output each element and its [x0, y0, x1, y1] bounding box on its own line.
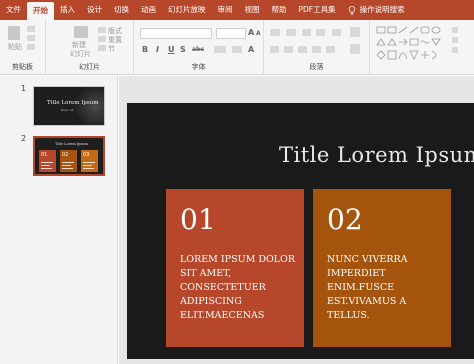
tab-slideshow[interactable]: 幻灯片放映 — [162, 0, 212, 20]
slide-thumbnail-1[interactable]: Title Lorem Ipsum Dolor sit — [33, 86, 105, 126]
slide-title[interactable]: Title Lorem Ipsum — [279, 143, 474, 167]
shadow-button[interactable]: S — [180, 45, 186, 54]
shape-fill-icon[interactable] — [452, 47, 458, 53]
tab-view[interactable]: 视图 — [239, 0, 266, 20]
font-color-button[interactable]: A — [248, 45, 254, 54]
thumbnail-1-title: Title Lorem Ipsum — [47, 100, 99, 106]
quick-styles-icon[interactable] — [452, 37, 458, 43]
lightbulb-icon — [348, 5, 355, 15]
thumbnail-card-3: 03 — [81, 150, 98, 172]
text-direction-icon[interactable] — [350, 27, 360, 37]
tab-file[interactable]: 文件 — [0, 0, 27, 20]
bullets-icon[interactable] — [270, 29, 280, 36]
layout-icon[interactable] — [98, 27, 106, 33]
group-label-font: 字体 — [191, 63, 206, 71]
arrange-icon[interactable] — [452, 27, 458, 33]
tab-review[interactable]: 审阅 — [212, 0, 239, 20]
slide-thumbnail-2[interactable]: Title Lorem Ipsum 01 02 03 — [33, 136, 105, 176]
thumbnail-number-2: 2 — [21, 134, 27, 143]
line-spacing-icon[interactable] — [332, 29, 341, 36]
cut-icon[interactable] — [27, 26, 35, 32]
group-slides: 新建 幻灯片 版式 重置 节 幻灯片 — [46, 20, 134, 75]
card-2-number: 02 — [327, 203, 363, 236]
group-label-clipboard: 剪贴板 — [12, 63, 33, 71]
underline-button[interactable]: U — [168, 45, 175, 54]
thumbnail-card-2-number: 02 — [62, 152, 69, 158]
paste-icon[interactable] — [8, 26, 20, 40]
thumbnail-gear-image — [72, 87, 104, 125]
section-icon[interactable] — [98, 45, 106, 51]
ribbon-home: 粘贴 剪贴板 新建 幻灯片 版式 重置 节 幻灯片 A A B I U S ab… — [0, 20, 474, 75]
card-2-text: NUNC VIVERRA IMPERDIET ENIM.FUSCE EST.VI… — [327, 254, 408, 321]
copy-icon[interactable] — [27, 35, 35, 41]
current-slide[interactable]: Title Lorem Ipsum 01 LOREM IPSUM DOLOR S… — [127, 103, 474, 359]
bold-button[interactable]: B — [142, 45, 148, 54]
format-painter-icon[interactable] — [27, 44, 35, 50]
section-label[interactable]: 节 — [108, 44, 115, 54]
align-text-icon[interactable] — [350, 44, 360, 54]
numbering-icon[interactable] — [286, 29, 296, 36]
group-drawing — [370, 20, 474, 75]
thumbnail-2-title: Title Lorem Ipsum — [55, 142, 88, 146]
grow-font-button[interactable]: A — [248, 28, 254, 37]
tell-me-label: 操作说明搜索 — [359, 5, 405, 14]
paste-label: 粘贴 — [8, 43, 22, 51]
thumbnail-card-2: 02 — [60, 150, 77, 172]
columns-icon[interactable] — [326, 46, 335, 53]
decrease-indent-icon[interactable] — [302, 29, 311, 36]
thumbnail-1-subtitle: Dolor sit — [61, 108, 74, 112]
shrink-font-button[interactable]: A — [256, 30, 261, 37]
char-spacing-icon[interactable] — [214, 46, 226, 53]
shapes-gallery-icon[interactable] — [376, 26, 446, 66]
content-card-2[interactable]: 02 NUNC VIVERRA IMPERDIET ENIM.FUSCE EST… — [313, 189, 451, 347]
group-paragraph: 段落 — [264, 20, 370, 75]
italic-button[interactable]: I — [156, 45, 159, 54]
align-left-icon[interactable] — [270, 46, 279, 53]
reset-icon[interactable] — [98, 36, 106, 42]
thumbnail-number-1: 1 — [21, 84, 27, 93]
tab-pdf-tools[interactable]: PDF工具集 — [293, 0, 342, 20]
new-slide-icon[interactable] — [74, 26, 88, 38]
tab-animations[interactable]: 动画 — [135, 0, 162, 20]
ribbon-tab-bar: 文件 开始 插入 设计 切换 动画 幻灯片放映 审阅 视图 帮助 PDF工具集 … — [0, 0, 474, 20]
change-case-icon[interactable] — [232, 46, 242, 53]
group-font: A A B I U S abc A 字体 — [134, 20, 264, 75]
thumbnail-card-1-number: 01 — [41, 152, 48, 158]
thumbnail-card-1: 01 — [39, 150, 56, 172]
tab-transitions[interactable]: 切换 — [108, 0, 135, 20]
align-right-icon[interactable] — [298, 46, 307, 53]
group-clipboard: 粘贴 剪贴板 — [0, 20, 46, 75]
justify-icon[interactable] — [312, 46, 321, 53]
tab-home[interactable]: 开始 — [27, 2, 54, 20]
align-center-icon[interactable] — [284, 46, 293, 53]
thumbnail-card-3-number: 03 — [83, 152, 90, 158]
group-label-paragraph: 段落 — [309, 63, 324, 71]
tab-help[interactable]: 帮助 — [266, 0, 293, 20]
tab-insert[interactable]: 插入 — [54, 0, 81, 20]
tell-me-search[interactable]: 操作说明搜索 — [342, 0, 411, 20]
font-family-select[interactable] — [140, 28, 212, 39]
group-label-slides: 幻灯片 — [79, 63, 100, 71]
content-card-1[interactable]: 01 LOREM IPSUM DOLOR SIT AMET, CONSECTET… — [166, 189, 304, 347]
tab-design[interactable]: 设计 — [81, 0, 108, 20]
strikethrough-button[interactable]: abc — [192, 46, 204, 53]
card-1-number: 01 — [180, 203, 216, 236]
increase-indent-icon[interactable] — [316, 29, 325, 36]
new-slide-label2: 幻灯片 — [70, 50, 91, 58]
font-size-select[interactable] — [216, 28, 246, 39]
card-1-text: LOREM IPSUM DOLOR SIT AMET, CONSECTETUER… — [180, 254, 295, 321]
